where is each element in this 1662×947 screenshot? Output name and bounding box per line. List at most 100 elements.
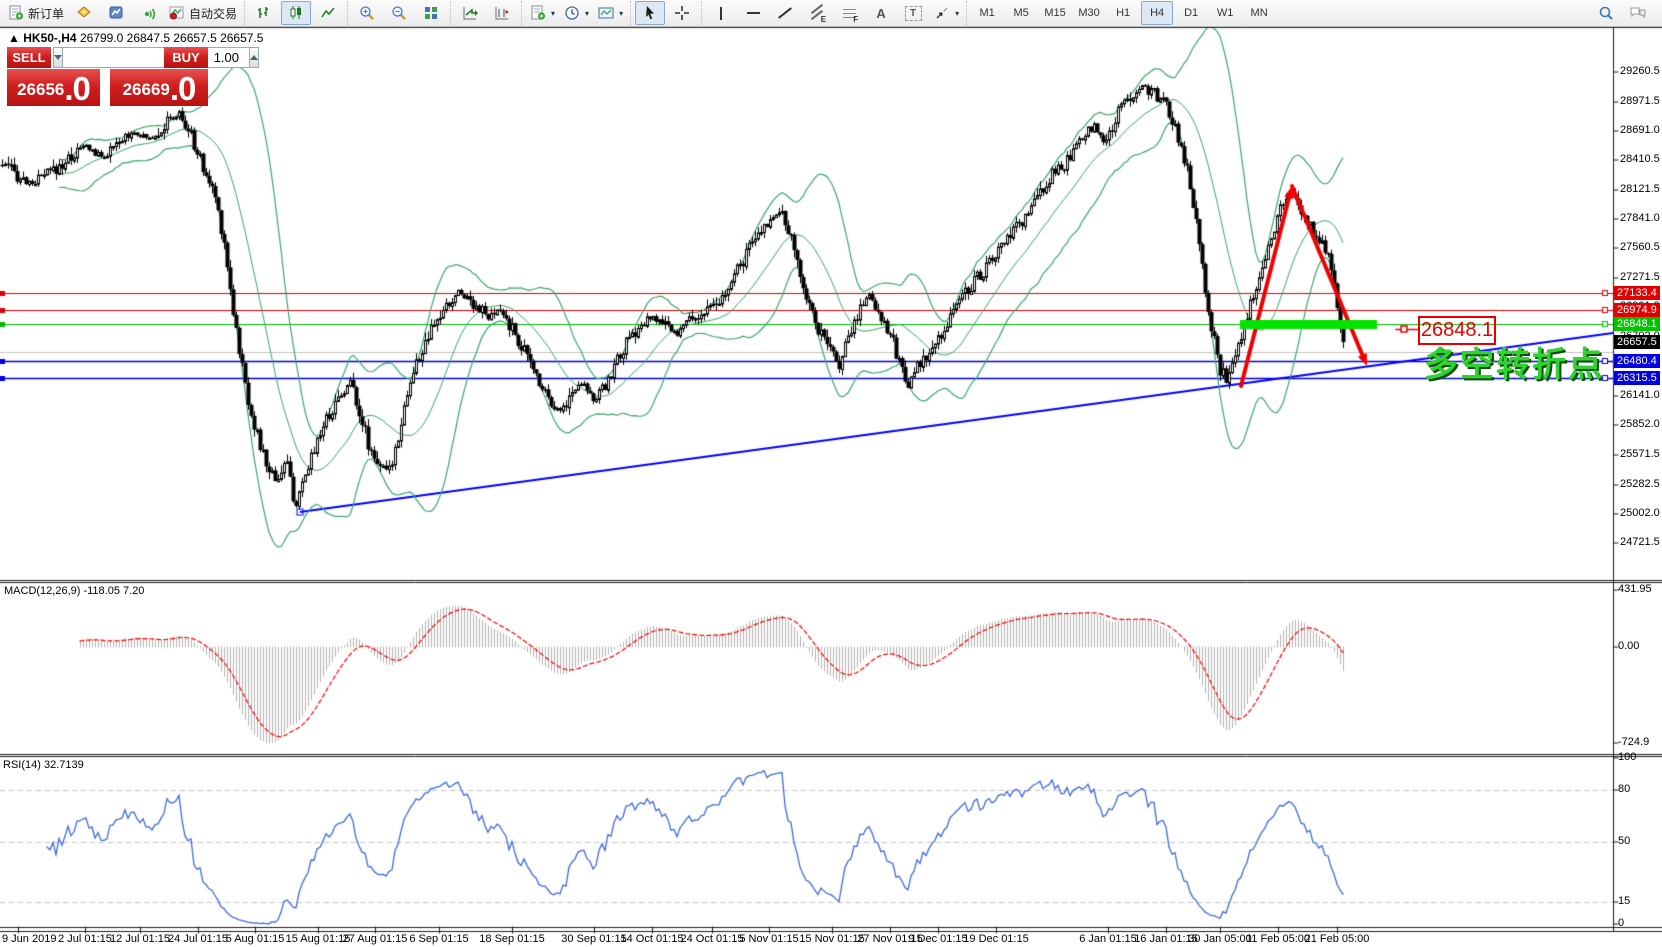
- symbol-name: HK50-,H4: [23, 31, 76, 45]
- zoom-out-icon: [390, 4, 408, 22]
- zoom-out-button[interactable]: [384, 1, 414, 25]
- time-axis-label: 11 Feb 05:00: [1246, 933, 1310, 945]
- price-axis-label: 27841.0: [1620, 212, 1660, 224]
- timeframe-button-mn[interactable]: MN: [1243, 1, 1275, 25]
- clock-icon: [563, 4, 581, 22]
- templates-button[interactable]: ▾: [594, 1, 626, 25]
- price-axis-label: 28691.0: [1620, 124, 1660, 136]
- search-button[interactable]: [1591, 1, 1621, 25]
- sell-button[interactable]: SELL: [7, 47, 51, 68]
- text-button[interactable]: A: [866, 1, 896, 25]
- collapse-marker-icon[interactable]: ▲: [8, 31, 20, 45]
- autotrading-button[interactable]: 自动交易: [165, 1, 240, 25]
- bar-chart-button[interactable]: [249, 1, 279, 25]
- time-axis-label: 9 Jun 2019: [2, 933, 56, 945]
- template-icon: [597, 4, 615, 22]
- auto-scroll-button[interactable]: [455, 1, 485, 25]
- trendline-button[interactable]: [770, 1, 800, 25]
- macd-axis-label: 431.95: [1618, 583, 1652, 595]
- candlestick-chart-icon: [287, 4, 305, 22]
- time-axis-label: 27 Aug 01:15: [343, 933, 408, 945]
- search-icon: [1597, 4, 1615, 22]
- profiles-button[interactable]: [101, 1, 131, 25]
- timeframe-button-m30[interactable]: M30: [1073, 1, 1105, 25]
- line-chart-icon: [319, 4, 337, 22]
- timeframe-button-m5[interactable]: M5: [1005, 1, 1037, 25]
- macd-indicator-label: MACD(12,26,9) -118.05 7.20: [4, 585, 144, 597]
- chat-icon: [1629, 4, 1647, 22]
- volume-input[interactable]: [63, 47, 249, 68]
- timeframe-button-m1[interactable]: M1: [971, 1, 1003, 25]
- fibonacci-button[interactable]: F: [834, 1, 864, 25]
- trading-terminal: 新订单 自动交易: [0, 0, 1662, 947]
- timeframe-button-m15[interactable]: M15: [1039, 1, 1071, 25]
- symbol-info: ▲ HK50-,H4 26799.0 26847.5 26657.5 26657…: [8, 31, 263, 45]
- tile-windows-button[interactable]: [416, 1, 446, 25]
- horizontal-line-button[interactable]: [738, 1, 768, 25]
- buy-button[interactable]: BUY: [164, 47, 208, 68]
- autotrading-icon: [168, 4, 186, 22]
- candlestick-chart-button[interactable]: [281, 1, 311, 25]
- sell-price-button[interactable]: 26656 .0: [7, 69, 100, 106]
- buy-price-frac: .0: [170, 72, 196, 105]
- line-chart-button[interactable]: [313, 1, 343, 25]
- time-axis-label: 6 Sep 01:15: [409, 933, 468, 945]
- timeframe-button-h4[interactable]: H4: [1141, 1, 1173, 25]
- sell-price-frac: .0: [64, 72, 90, 105]
- price-tag: 26480.4: [1614, 354, 1660, 368]
- time-axis-label: 5 Nov 01:15: [739, 933, 798, 945]
- turning-point-annotation[interactable]: 多空转折点: [1424, 337, 1604, 386]
- dropdown-arrow-icon: ▾: [619, 9, 623, 18]
- time-axis-label: 6 Jan 01:15: [1079, 933, 1137, 945]
- indicators-button[interactable]: ▾: [526, 1, 558, 25]
- zoom-in-button[interactable]: [352, 1, 382, 25]
- chart-shift-button[interactable]: [487, 1, 517, 25]
- vertical-line-button[interactable]: [706, 1, 736, 25]
- text-label-button[interactable]: T: [898, 1, 928, 25]
- periods-button[interactable]: ▾: [560, 1, 592, 25]
- profiles-icon: [107, 4, 125, 22]
- crosshair-button[interactable]: [667, 1, 697, 25]
- timeframe-button-d1[interactable]: D1: [1175, 1, 1207, 25]
- timeframe-button-w1[interactable]: W1: [1209, 1, 1241, 25]
- new-order-button[interactable]: 新订单: [4, 1, 67, 25]
- signals-button[interactable]: [133, 1, 163, 25]
- time-axis-label: 14 Oct 01:15: [621, 933, 684, 945]
- chart-shift-icon: [493, 4, 511, 22]
- volume-decrease-button[interactable]: [53, 47, 63, 68]
- channel-button[interactable]: E: [802, 1, 832, 25]
- price-tag: 26315.5: [1614, 371, 1660, 385]
- price-axis-label: 28410.5: [1620, 153, 1660, 165]
- price-axis-label: 25852.0: [1620, 418, 1660, 430]
- signals-icon: [139, 4, 157, 22]
- arrows-button[interactable]: ▾: [930, 1, 962, 25]
- time-axis-label: 5 Aug 01:15: [226, 933, 285, 945]
- price-axis-label: 26141.0: [1620, 389, 1660, 401]
- chat-button[interactable]: [1623, 1, 1653, 25]
- sell-price-main: 26656: [17, 75, 64, 105]
- timeframe-button-h1[interactable]: H1: [1107, 1, 1139, 25]
- market-depth-button[interactable]: [69, 1, 99, 25]
- price-axis-label: 25571.5: [1620, 448, 1660, 460]
- time-axis-label: 15 Aug 01:15: [286, 933, 351, 945]
- new-order-icon: [7, 4, 25, 22]
- zoom-in-icon: [358, 4, 376, 22]
- rsi-axis-label: 0: [1618, 917, 1624, 929]
- buy-price-button[interactable]: 26669 .0: [110, 69, 208, 106]
- time-axis-label: 2 Jul 01:15: [58, 933, 112, 945]
- price-chart-canvas[interactable]: [0, 0, 1662, 947]
- volume-increase-button[interactable]: [249, 47, 259, 68]
- cursor-icon: [641, 4, 659, 22]
- arrows-icon: [933, 4, 951, 22]
- time-axis-label: 9 Dec 01:15: [908, 933, 967, 945]
- time-axis-label: 12 Jul 01:15: [110, 933, 170, 945]
- rsi-axis-label: 50: [1618, 835, 1630, 847]
- time-axis-label: 24 Jul 01:15: [168, 933, 228, 945]
- price-axis-label: 29260.5: [1620, 65, 1660, 77]
- main-toolbar: 新订单 自动交易: [0, 0, 1662, 27]
- horizontal-line-icon: [747, 12, 760, 14]
- rsi-axis-label: 80: [1618, 783, 1630, 795]
- cursor-button[interactable]: [635, 1, 665, 25]
- triangle-up-icon: [250, 55, 258, 60]
- triangle-down-icon: [54, 55, 62, 60]
